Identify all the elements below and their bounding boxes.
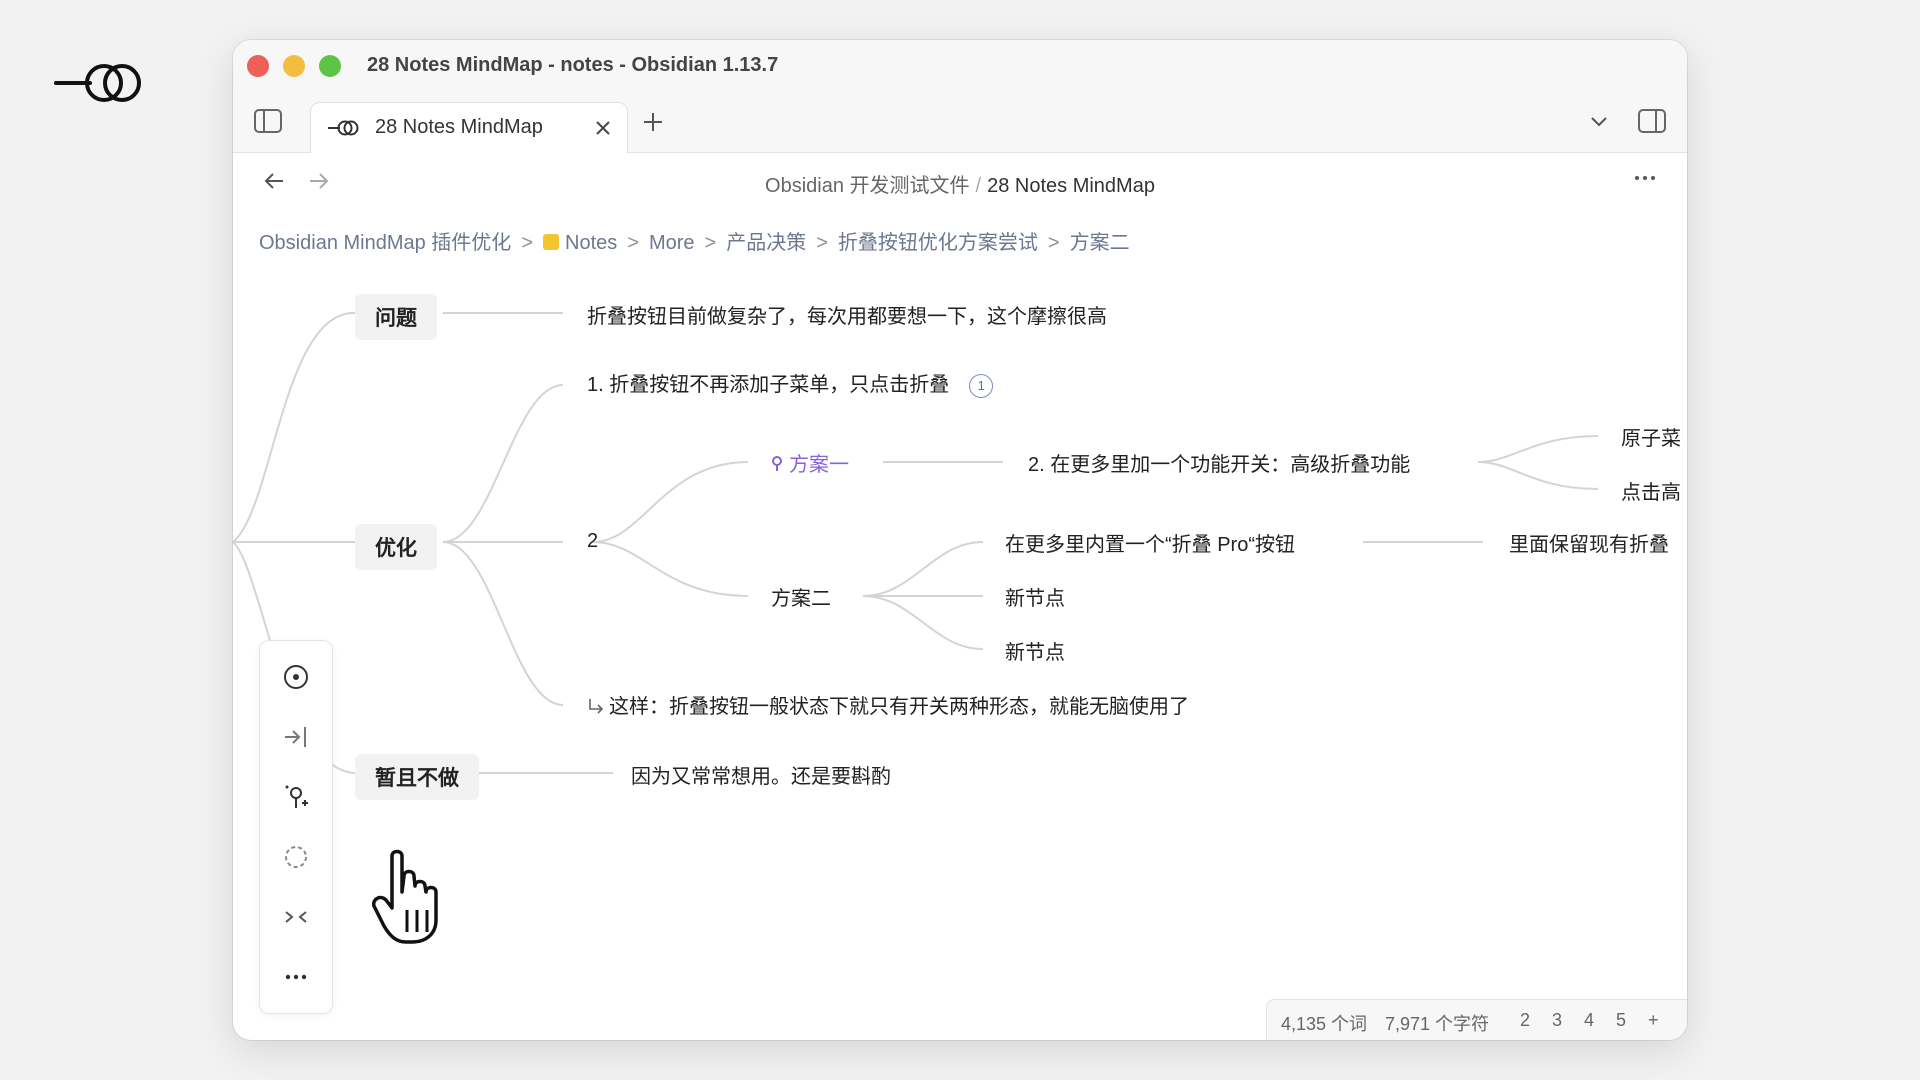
node-new-2[interactable]: 新节点 [1005,636,1065,665]
node-plan-one-leaf-b[interactable]: 点击高 [1621,476,1681,505]
word-count: 4,135 个词 [1281,1014,1368,1034]
collapse-icon[interactable] [282,903,310,931]
node-item-two[interactable]: 2 [587,530,598,553]
node-plan-two-detail[interactable]: 在更多里内置一个“折叠 Pro“按钮 [1005,528,1295,557]
focus-center-icon[interactable] [282,663,310,691]
export-icon[interactable] [282,723,310,751]
page-button-2[interactable]: 2 [1520,1010,1530,1031]
corner-arrow-icon [589,699,604,714]
app-logo-icon [54,64,141,102]
node-summary-text: 这样：折叠按钮一般状态下就只有开关两种形态，就能无脑使用了 [609,696,1189,718]
node-plan-two-detail-leaf[interactable]: 里面保留现有折叠 [1509,528,1669,557]
node-item-one-text: 1. 折叠按钮不再添加子菜单，只点击折叠 [587,374,950,396]
page-button-5[interactable]: 5 [1616,1010,1626,1031]
node-optimize[interactable]: 优化 [355,524,437,570]
char-count: 7,971 个字符 [1385,1014,1490,1034]
node-plan-one-label: 方案一 [789,454,849,476]
node-not-now[interactable]: 暂且不做 [355,754,479,800]
count-badge[interactable]: 1 [969,374,994,398]
node-plan-one[interactable]: 方案一 [771,448,849,477]
add-page-button[interactable]: + [1648,1010,1659,1031]
select-area-icon[interactable] [282,843,310,871]
page-button-4[interactable]: 4 [1584,1010,1594,1031]
pin-icon [772,456,782,471]
node-plan-two[interactable]: 方案二 [771,582,831,611]
node-summary[interactable]: 这样：折叠按钮一般状态下就只有开关两种形态，就能无脑使用了 [587,690,1189,719]
node-not-now-detail[interactable]: 因为又常常想用。还是要斟酌 [631,760,891,789]
hand-cursor-icon [372,849,438,944]
node-plan-one-leaf-a[interactable]: 原子菜 [1621,422,1681,451]
node-item-one[interactable]: 1. 折叠按钮不再添加子菜单，只点击折叠 1 [587,368,994,398]
node-new-1[interactable]: 新节点 [1005,582,1065,611]
more-icon[interactable] [282,963,310,991]
add-pin-icon[interactable] [282,783,310,811]
mindmap-toolbox [259,640,333,1014]
page-button-3[interactable]: 3 [1552,1010,1562,1031]
node-problem-detail[interactable]: 折叠按钮目前做复杂了，每次用都要想一下，这个摩擦很高 [587,300,1107,329]
status-bar: 4,135 个词 7,971 个字符 2 3 4 5 + [1266,999,1687,1040]
node-plan-one-detail[interactable]: 2. 在更多里加一个功能开关：高级折叠功能 [1028,448,1410,477]
node-problem[interactable]: 问题 [355,294,437,340]
